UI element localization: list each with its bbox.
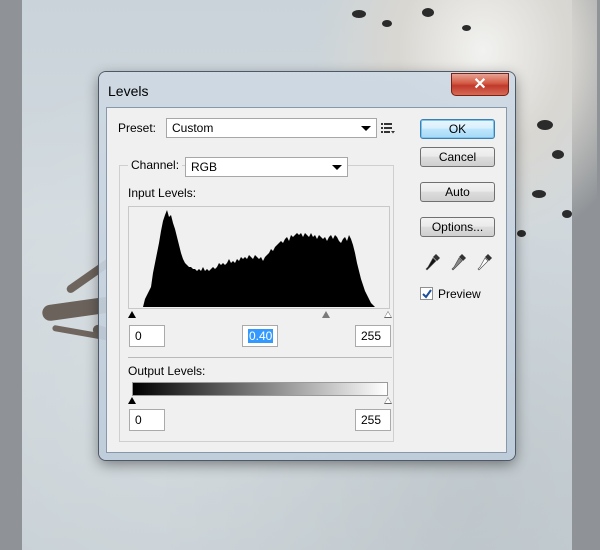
output-white-value: 255 [361,413,382,427]
preset-label: Preset: [118,121,157,135]
input-white-slider[interactable] [384,311,392,318]
histogram-graph [143,210,375,307]
input-gamma-value: 0.40 [248,329,274,343]
channel-label: Channel: [128,158,183,172]
output-white-slider[interactable] [384,397,392,404]
channel-value: RGB [191,160,218,174]
options-button[interactable]: Options... [420,217,495,237]
preview-label: Preview [438,287,481,301]
input-black-value: 0 [135,329,142,343]
dialog-title: Levels [108,83,149,99]
auto-button[interactable]: Auto [420,182,495,202]
checkmark-icon [422,289,432,299]
close-button[interactable]: ✕ [451,73,509,96]
output-black-value: 0 [135,413,142,427]
preset-options-icon[interactable] [381,122,395,134]
output-black-slider[interactable] [128,397,136,404]
input-black-field[interactable]: 0 [129,325,165,347]
title-bar[interactable]: Levels ✕ [99,72,515,108]
cancel-button[interactable]: Cancel [420,147,495,167]
input-levels-label: Input Levels: [128,186,197,200]
preset-dropdown[interactable]: Custom [166,118,377,138]
histogram [128,206,390,309]
white-eyedropper-icon[interactable] [476,253,494,273]
output-black-field[interactable]: 0 [129,409,165,431]
gray-eyedropper-icon[interactable] [450,253,468,273]
chevron-down-icon [361,126,371,131]
section-divider [128,357,392,358]
output-gradient-bar [132,382,388,396]
chevron-down-icon [332,165,342,170]
input-white-field[interactable]: 255 [355,325,391,347]
preview-checkbox[interactable] [420,287,433,300]
black-eyedropper-icon[interactable] [424,253,442,273]
close-icon: ✕ [473,75,487,93]
channel-dropdown[interactable]: RGB [185,157,348,177]
input-gamma-field[interactable]: 0.40 [242,325,278,347]
input-black-slider[interactable] [128,311,136,318]
ok-button[interactable]: OK [420,119,495,139]
input-gamma-slider[interactable] [322,311,330,318]
output-levels-label: Output Levels: [128,364,206,378]
input-white-value: 255 [361,329,382,343]
output-white-field[interactable]: 255 [355,409,391,431]
preset-value: Custom [172,121,214,135]
